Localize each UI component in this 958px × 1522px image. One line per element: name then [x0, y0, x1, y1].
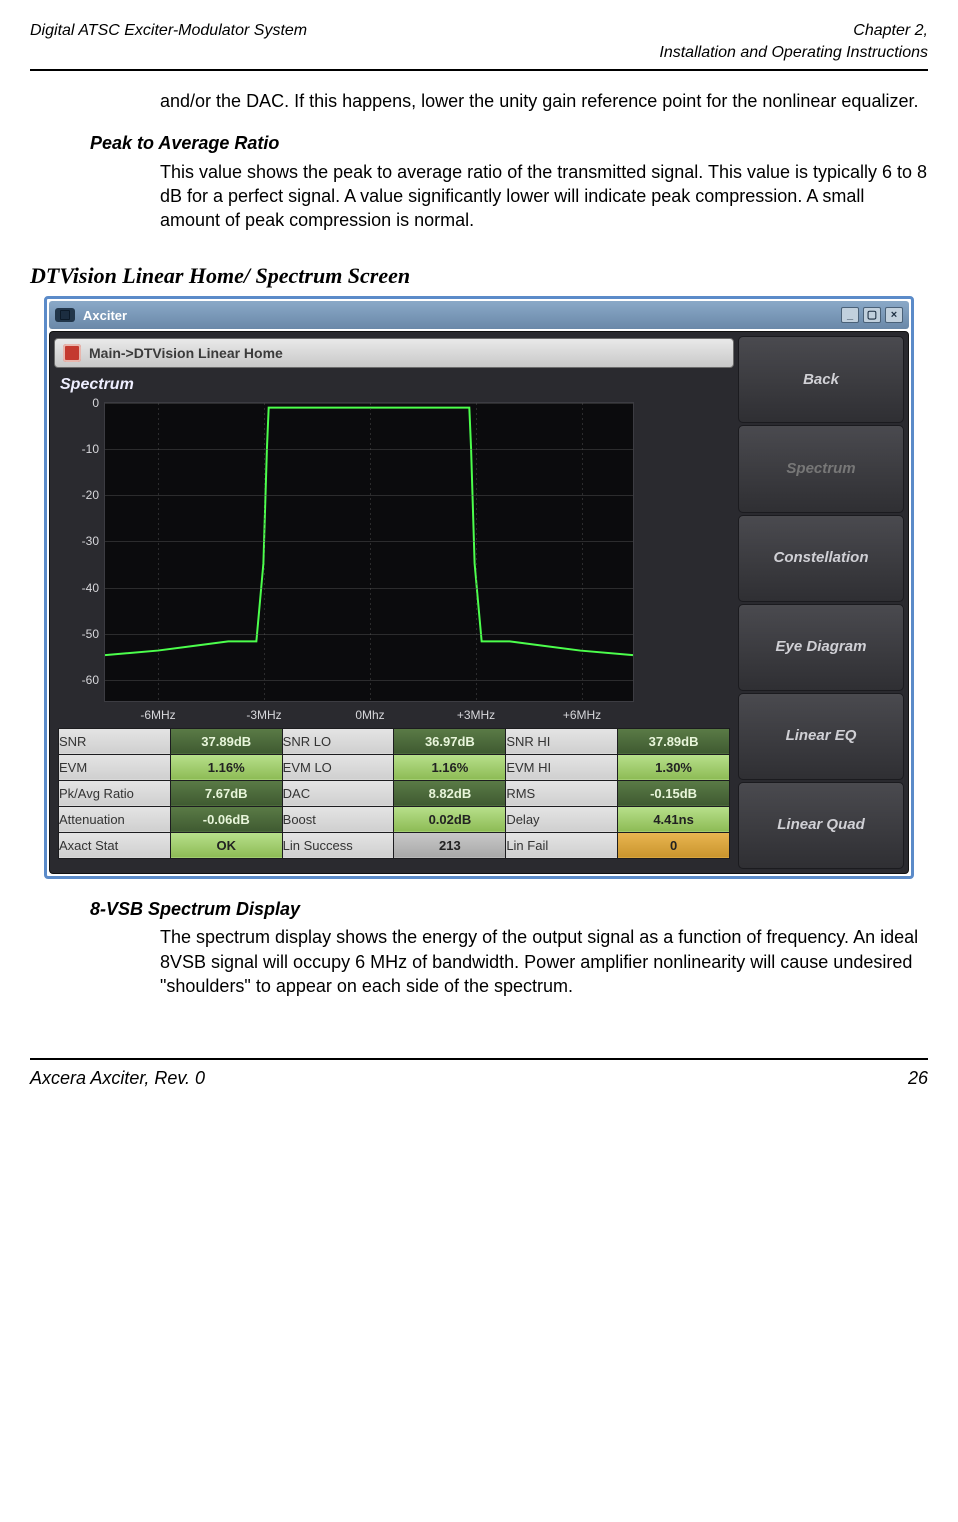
chart-y-tick: -10: [82, 441, 99, 457]
minimize-icon[interactable]: _: [841, 307, 859, 323]
window-title: Axciter: [83, 307, 127, 325]
header-left: Digital ATSC Exciter-Modulator System: [30, 20, 307, 63]
metric-label: Attenuation: [59, 806, 171, 832]
doc-header: Digital ATSC Exciter-Modulator System Ch…: [30, 20, 928, 63]
doc-footer: Axcera Axciter, Rev. 0 26: [30, 1066, 928, 1090]
window-titlebar[interactable]: Axciter _ ▢ ×: [49, 301, 909, 329]
metric-value: 0.02dB: [394, 806, 506, 832]
metric-value: -0.06dB: [170, 806, 282, 832]
window-controls: _ ▢ ×: [841, 307, 903, 323]
maximize-icon[interactable]: ▢: [863, 307, 881, 323]
chart-x-tick: +6MHz: [563, 707, 601, 723]
metric-label: EVM: [59, 754, 171, 780]
chart-gridline: [264, 403, 265, 701]
metric-label: Lin Success: [282, 832, 394, 858]
titlebar-left-buttons: [55, 308, 75, 322]
metric-label: RMS: [506, 780, 618, 806]
table-row: SNR37.89dBSNR LO36.97dBSNR HI37.89dB: [59, 728, 730, 754]
header-right: Chapter 2, Installation and Operating In…: [659, 20, 928, 63]
sidebar-item-eye-diagram[interactable]: Eye Diagram: [738, 604, 904, 691]
app-main: Main->DTVision Linear Home Spectrum 0-10…: [50, 332, 738, 873]
chart-gridline: [476, 403, 477, 701]
chart-y-tick: -30: [82, 533, 99, 549]
metric-value: 7.67dB: [170, 780, 282, 806]
table-row: Attenuation-0.06dBBoost0.02dBDelay4.41ns: [59, 806, 730, 832]
chart-x-tick: -3MHz: [246, 707, 281, 723]
sidebar-item-linear-quad[interactable]: Linear Quad: [738, 782, 904, 869]
metric-value: 1.16%: [394, 754, 506, 780]
header-rule: [30, 69, 928, 71]
chart-x-tick: +3MHz: [457, 707, 495, 723]
chart-x-tick: -6MHz: [140, 707, 175, 723]
metric-label: Lin Fail: [506, 832, 618, 858]
section-8vsb-title: 8-VSB Spectrum Display: [90, 897, 928, 921]
spectrum-chart: 0-10-20-30-40-50-60-6MHz-3MHz0Mhz+3MHz+6…: [104, 402, 634, 702]
metric-value: -0.15dB: [618, 780, 730, 806]
sidebar-item-back[interactable]: Back: [738, 336, 904, 423]
chart-gridline: [582, 403, 583, 701]
breadcrumb: Main->DTVision Linear Home: [54, 338, 734, 368]
metric-label: SNR LO: [282, 728, 394, 754]
breadcrumb-text: Main->DTVision Linear Home: [89, 344, 283, 363]
metric-value: 1.16%: [170, 754, 282, 780]
chart-y-tick: -50: [82, 626, 99, 642]
metric-label: Delay: [506, 806, 618, 832]
paragraph-peak: This value shows the peak to average rat…: [160, 160, 928, 233]
metrics-table: SNR37.89dBSNR LO36.97dBSNR HI37.89dBEVM1…: [58, 728, 730, 859]
metric-label: SNR: [59, 728, 171, 754]
table-row: Axact StatOKLin Success213Lin Fail0: [59, 832, 730, 858]
metric-label: Axact Stat: [59, 832, 171, 858]
chart-gridline: [158, 403, 159, 701]
chart-y-tick: -40: [82, 579, 99, 595]
metric-label: DAC: [282, 780, 394, 806]
chart-gridline: [105, 680, 633, 681]
footer-right: 26: [908, 1066, 928, 1090]
spectrum-trace: [105, 403, 633, 701]
chart-gridline: [105, 541, 633, 542]
metric-value: OK: [170, 832, 282, 858]
metric-label: EVM LO: [282, 754, 394, 780]
app-body: Main->DTVision Linear Home Spectrum 0-10…: [49, 331, 909, 874]
metric-label: Boost: [282, 806, 394, 832]
section-peak-title: Peak to Average Ratio: [90, 131, 928, 155]
metric-value: 1.30%: [618, 754, 730, 780]
chart-gridline: [105, 403, 633, 404]
panel-title: Spectrum: [60, 374, 734, 396]
sidebar-item-linear-eq[interactable]: Linear EQ: [738, 693, 904, 780]
chart-gridline: [105, 495, 633, 496]
paragraph-top: and/or the DAC. If this happens, lower t…: [160, 89, 928, 113]
metric-value: 37.89dB: [618, 728, 730, 754]
chart-gridline: [105, 634, 633, 635]
table-row: EVM1.16%EVM LO1.16%EVM HI1.30%: [59, 754, 730, 780]
metric-label: EVM HI: [506, 754, 618, 780]
metric-value: 0: [618, 832, 730, 858]
chart-y-tick: -60: [82, 672, 99, 688]
footer-rule: [30, 1058, 928, 1060]
metric-value: 36.97dB: [394, 728, 506, 754]
axcera-logo-icon: [63, 344, 81, 362]
table-row: Pk/Avg Ratio7.67dBDAC8.82dBRMS-0.15dB: [59, 780, 730, 806]
metric-label: SNR HI: [506, 728, 618, 754]
metric-value: 37.89dB: [170, 728, 282, 754]
sidebar-item-spectrum[interactable]: Spectrum: [738, 425, 904, 512]
chart-y-tick: -20: [82, 487, 99, 503]
close-icon[interactable]: ×: [885, 307, 903, 323]
sidebar: BackSpectrumConstellationEye DiagramLine…: [738, 332, 908, 873]
chart-gridline: [105, 449, 633, 450]
app-window: Axciter _ ▢ × Main->DTVision Linear Home…: [44, 296, 914, 879]
titlebar-dot-icon: [60, 310, 70, 320]
metric-value: 213: [394, 832, 506, 858]
chart-y-tick: 0: [92, 395, 99, 411]
chart-gridline: [370, 403, 371, 701]
footer-left: Axcera Axciter, Rev. 0: [30, 1066, 205, 1090]
paragraph-8vsb: The spectrum display shows the energy of…: [160, 925, 928, 998]
metric-value: 4.41ns: [618, 806, 730, 832]
chart-x-tick: 0Mhz: [355, 707, 384, 723]
screen-heading: DTVision Linear Home/ Spectrum Screen: [30, 261, 928, 291]
metric-value: 8.82dB: [394, 780, 506, 806]
metric-label: Pk/Avg Ratio: [59, 780, 171, 806]
sidebar-item-constellation[interactable]: Constellation: [738, 515, 904, 602]
chart-gridline: [105, 588, 633, 589]
